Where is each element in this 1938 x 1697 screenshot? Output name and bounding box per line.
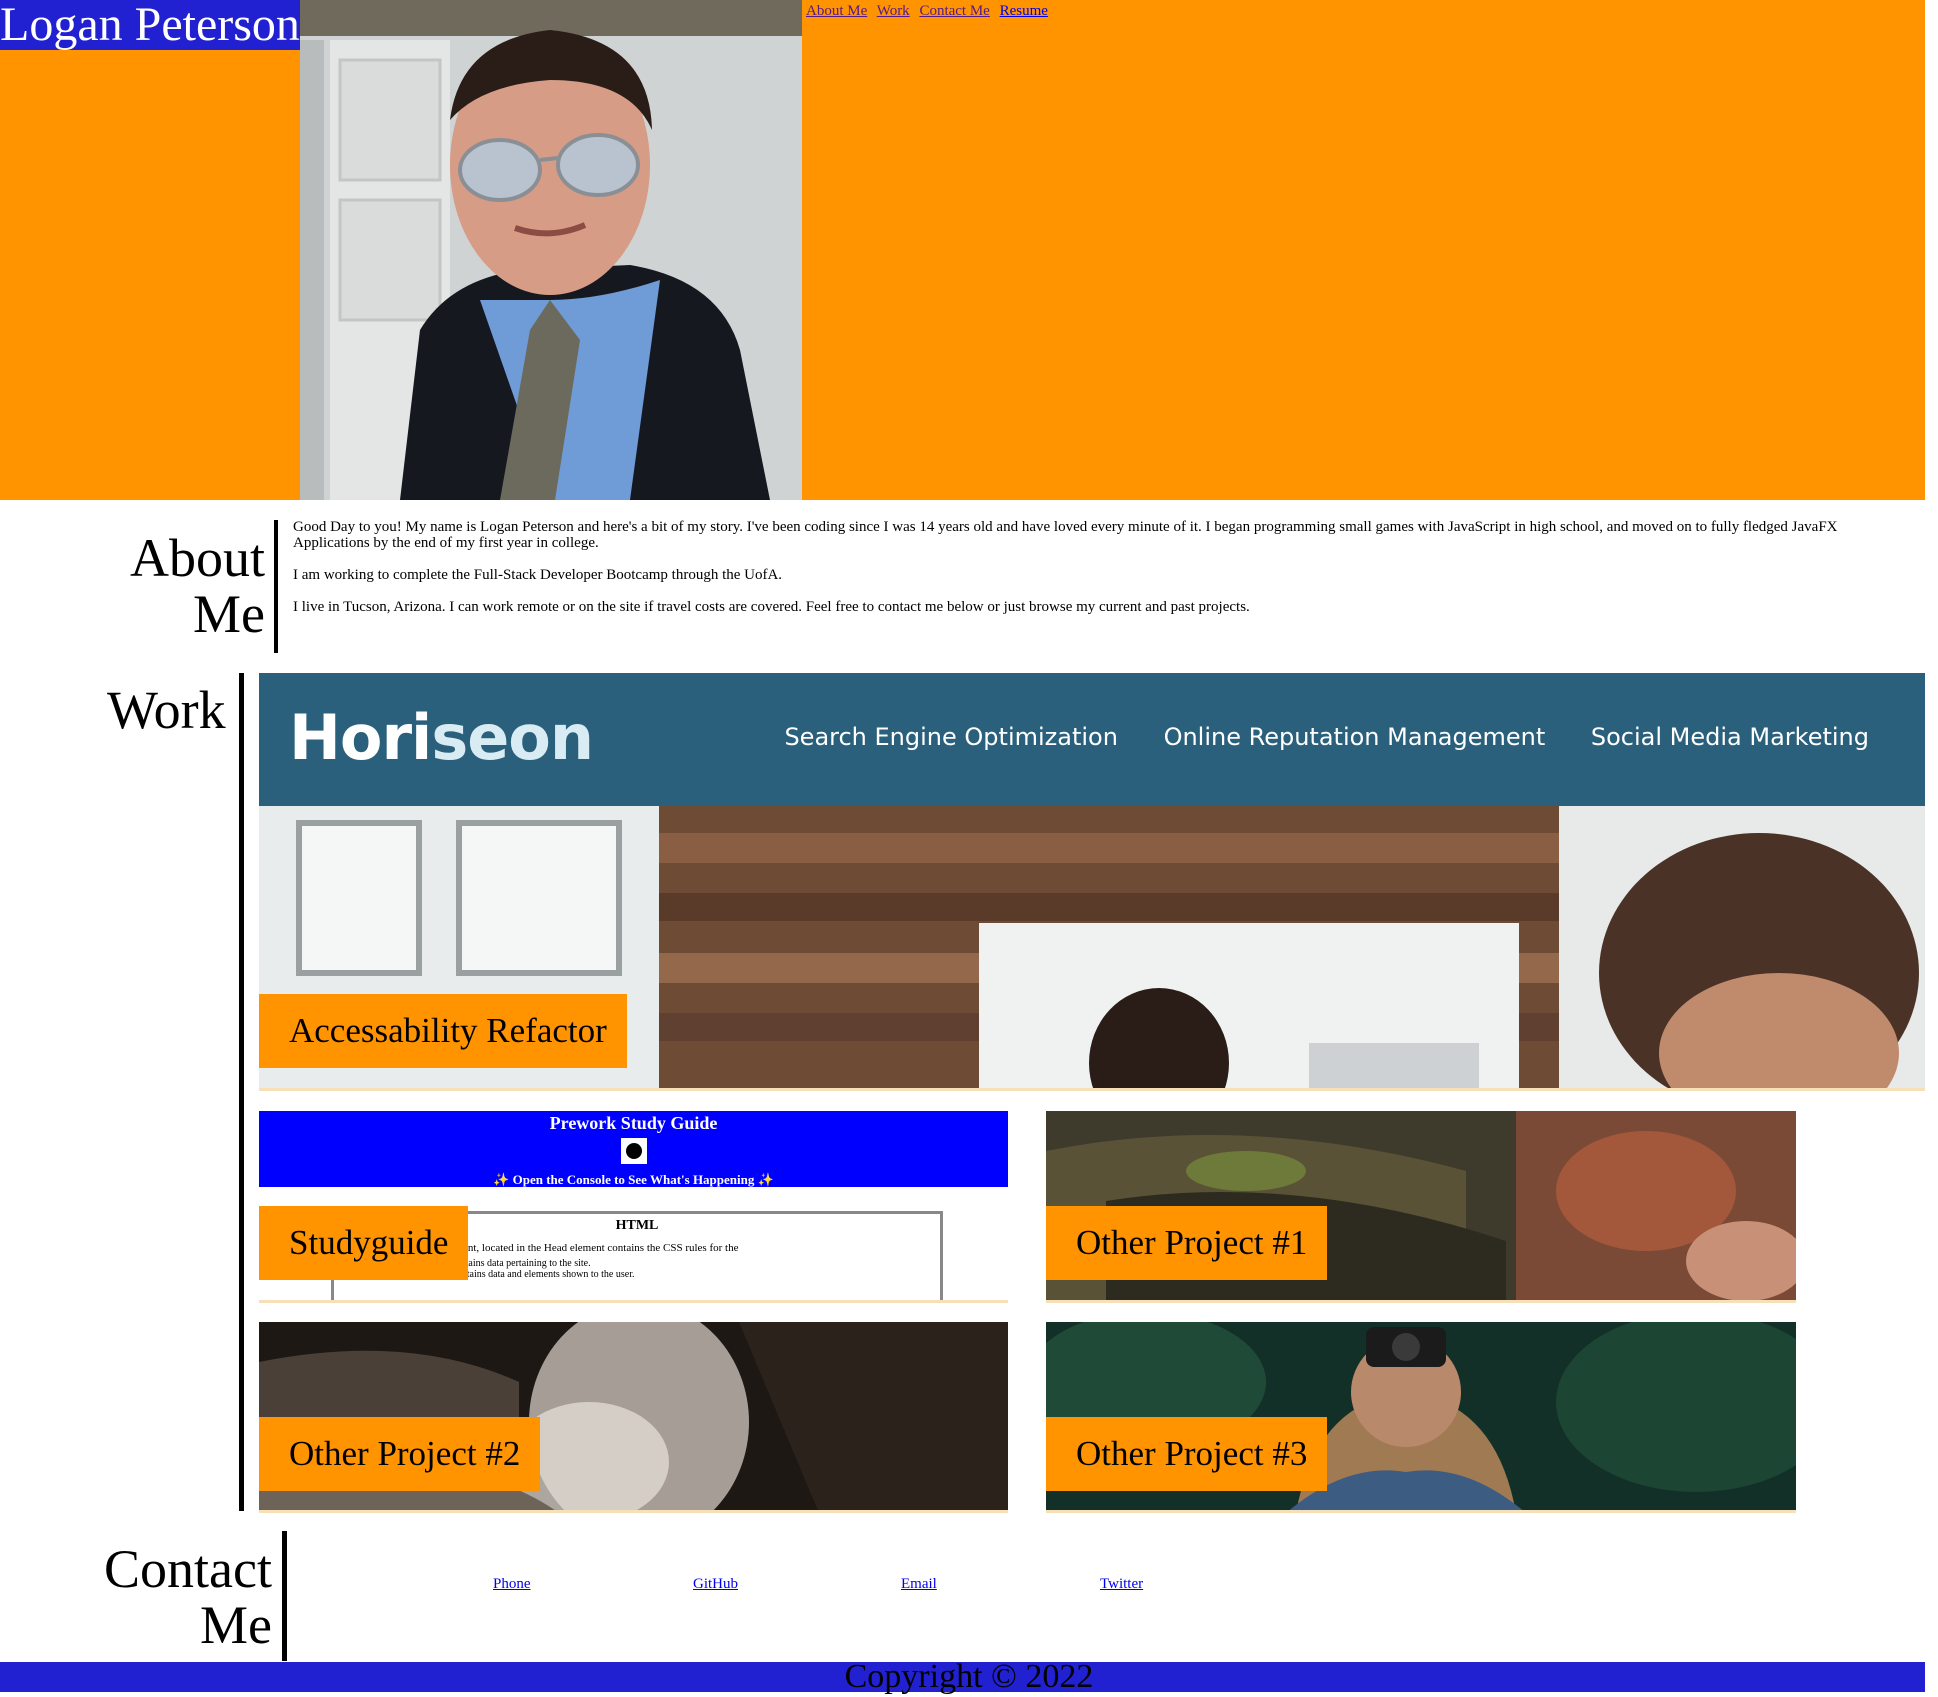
contact-phone-link[interactable]: Phone: [493, 1576, 531, 1593]
project-label[interactable]: Other Project #2: [259, 1417, 541, 1491]
project-label[interactable]: Accessability Refactor: [259, 994, 627, 1068]
project-card-studyguide[interactable]: Prework Study Guide ✨ Open the Console t…: [259, 1111, 1008, 1303]
card-underline: [259, 1300, 1008, 1303]
contact-heading-line2: Me: [200, 1595, 272, 1655]
nav-contact-link[interactable]: Contact Me: [919, 3, 989, 19]
about-paragraph: Good Day to you! My name is Logan Peters…: [293, 519, 1838, 551]
copyright-text: Copyright © 2022: [844, 1658, 1094, 1695]
horiseon-nav-item: Online Reputation Management: [1163, 723, 1546, 751]
site-header: Logan Peterson About Me Work Contact Me …: [0, 0, 1925, 500]
portrait-image: [300, 0, 802, 500]
contact-heading-line1: Contact: [104, 1539, 272, 1599]
nav-resume-link[interactable]: Resume: [1000, 3, 1048, 19]
about-paragraph: I live in Tucson, Arizona. I can work re…: [293, 599, 1250, 615]
horiseon-nav: Search Engine Optimization Online Reputa…: [746, 723, 1869, 751]
project-label[interactable]: Other Project #1: [1046, 1206, 1328, 1280]
contact-twitter-link[interactable]: Twitter: [1100, 1576, 1143, 1593]
about-paragraph: I am working to complete the Full-Stack …: [293, 567, 783, 583]
project-card-other-2[interactable]: Other Project #2: [259, 1322, 1008, 1513]
horiseon-logo: Horiseon: [289, 701, 594, 774]
cat-icon: [620, 1138, 647, 1164]
about-text: Good Day to you! My name is Logan Peters…: [293, 519, 1853, 631]
horiseon-nav-item: Social Media Marketing: [1590, 723, 1869, 751]
card-underline: [259, 1088, 1925, 1091]
nav-about-link[interactable]: About Me: [806, 3, 867, 19]
card-underline: [259, 1510, 1008, 1513]
horiseon-nav-item: Search Engine Optimization: [784, 723, 1118, 751]
studyguide-title: Prework Study Guide: [549, 1113, 718, 1133]
about-divider: [274, 520, 278, 653]
site-name: Logan Peterson: [0, 0, 302, 51]
work-divider: [239, 673, 244, 1511]
about-heading-line1: About: [130, 528, 265, 588]
card-underline: [1046, 1300, 1796, 1303]
project-card-other-3[interactable]: Other Project #3: [1046, 1322, 1796, 1513]
nav-work-link[interactable]: Work: [877, 3, 910, 19]
main-nav: About Me Work Contact Me Resume: [806, 3, 1054, 20]
contact-divider: [282, 1531, 287, 1661]
about-heading-line2: Me: [193, 584, 265, 644]
horiseon-navbar: Horiseon Search Engine Optimization Onli…: [259, 673, 1925, 806]
about-heading: About Me: [100, 530, 265, 642]
studyguide-header: Prework Study Guide ✨ Open the Console t…: [259, 1111, 1008, 1187]
contact-heading: Contact Me: [88, 1541, 272, 1653]
contact-github-link[interactable]: GitHub: [693, 1576, 738, 1593]
work-heading: Work: [107, 680, 226, 740]
contact-email-link[interactable]: Email: [901, 1576, 937, 1593]
project-label[interactable]: Other Project #3: [1046, 1417, 1328, 1491]
card-underline: [1046, 1510, 1796, 1513]
project-card-accessability-refactor[interactable]: Horiseon Search Engine Optimization Onli…: [259, 673, 1925, 1091]
studyguide-subtitle: ✨ Open the Console to See What's Happeni…: [493, 1172, 774, 1187]
project-label[interactable]: Studyguide: [259, 1206, 469, 1280]
project-card-other-1[interactable]: Other Project #1: [1046, 1111, 1796, 1303]
